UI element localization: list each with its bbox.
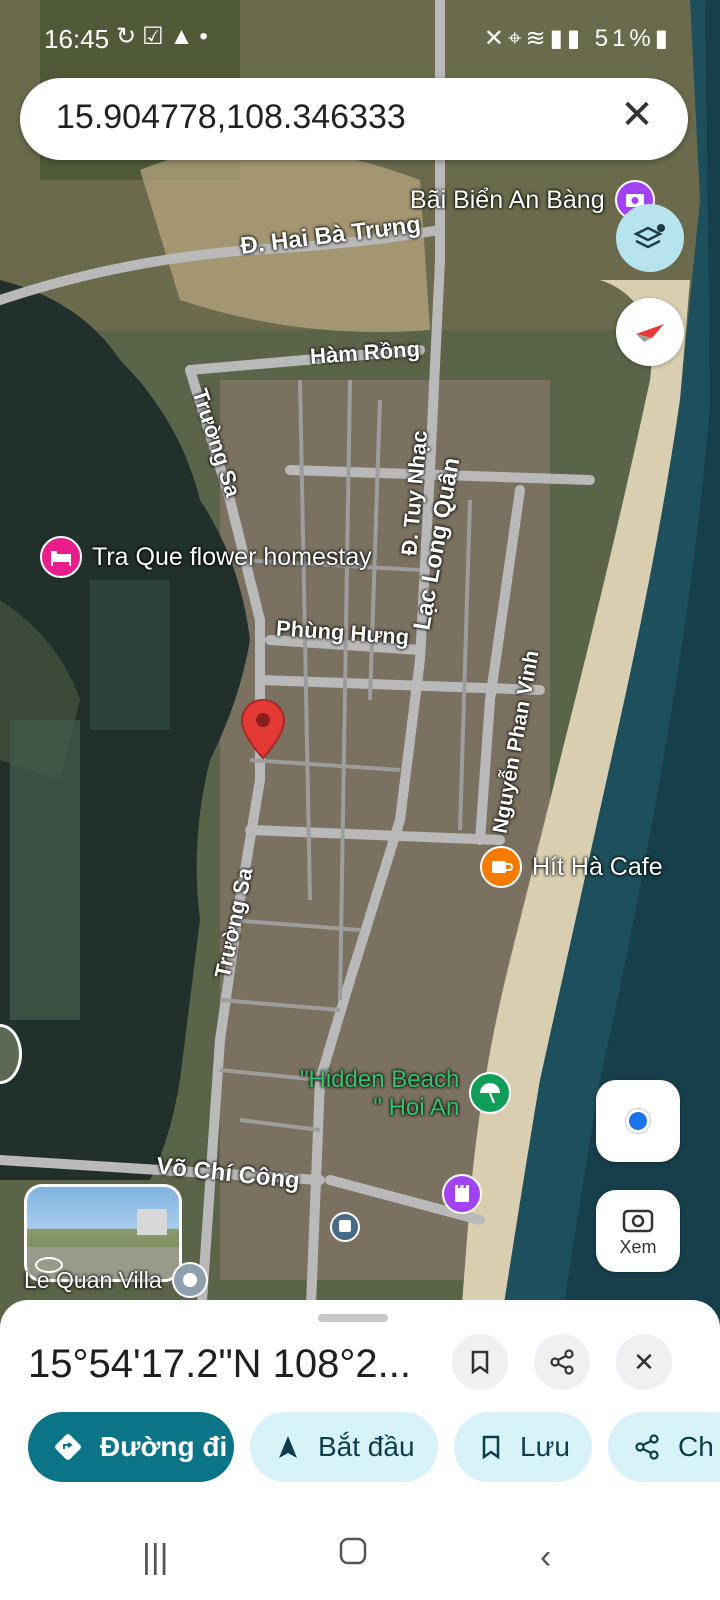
poi-beach-an-bang[interactable]: Bãi Biển An Bàng: [410, 180, 655, 220]
back-icon[interactable]: ‹: [540, 1538, 551, 1577]
battery-icon: ▮: [654, 25, 672, 52]
warning-icon: ▲: [169, 23, 200, 50]
share-button[interactable]: [534, 1334, 590, 1390]
poi-label: Tra Que flower homestay: [92, 542, 372, 571]
my-location-icon: [626, 1109, 650, 1133]
layers-icon: [633, 224, 665, 249]
share-icon: [550, 1349, 574, 1375]
save-button[interactable]: Lưu: [454, 1412, 592, 1482]
close-sheet-button[interactable]: ✕: [616, 1334, 672, 1390]
signal-icon: ▮▮: [549, 25, 585, 52]
navigation-arrow-icon: [279, 1436, 297, 1458]
place-marker-icon: [171, 1262, 208, 1298]
poi-label-line2: " Hoi An: [373, 1094, 460, 1121]
compass-button[interactable]: [616, 298, 684, 366]
search-bar[interactable]: 15.904778,108.346333 ✕: [20, 78, 688, 160]
camera-lens-icon: [622, 1209, 654, 1232]
start-navigation-button[interactable]: Bắt đầu: [250, 1412, 438, 1482]
share-label: Ch: [678, 1431, 714, 1462]
status-time: 16:45: [44, 24, 110, 54]
save-label: Lưu: [520, 1431, 570, 1462]
checkbox-icon: ☑: [142, 23, 170, 50]
directions-button[interactable]: Đường đi: [28, 1412, 234, 1482]
share-icon: [635, 1434, 659, 1460]
recent-apps-icon[interactable]: |||: [142, 1538, 169, 1577]
battery-level: 51%: [594, 25, 655, 52]
home-icon[interactable]: [338, 1536, 368, 1575]
dot-icon: •: [199, 23, 214, 50]
poi-label: Bãi Biển An Bàng: [410, 185, 605, 214]
directions-icon: [55, 1434, 81, 1460]
poi-label: Hít Hà Cafe: [532, 852, 663, 881]
place-coordinates-title: 15°54'17.2"N 108°2...: [28, 1342, 411, 1386]
location-icon: ⌖: [508, 25, 526, 52]
layers-button[interactable]: [616, 204, 684, 272]
poi-le-quan-villa[interactable]: Le Quan Villa: [24, 1262, 208, 1298]
status-notification-icons: ↻☑▲•: [116, 22, 214, 51]
clear-search-icon[interactable]: ✕: [612, 92, 662, 138]
lens-label: Xem: [619, 1236, 657, 1257]
beach-umbrella-icon: [469, 1072, 512, 1114]
poi-label: Le Quan Villa: [24, 1266, 162, 1293]
system-nav-bar: ||| ‹: [0, 1520, 720, 1600]
wifi-icon: ≋: [525, 25, 550, 52]
mute-icon: ✕: [483, 25, 509, 52]
sheet-drag-handle[interactable]: [318, 1314, 388, 1322]
share-chip-button[interactable]: Ch: [608, 1412, 720, 1482]
close-icon: ✕: [633, 1346, 655, 1377]
poi-label-line1: "Hidden Beach: [300, 1066, 460, 1093]
poi-tra-que-homestay[interactable]: Tra Que flower homestay: [40, 536, 372, 578]
search-query-text[interactable]: 15.904778,108.346333: [56, 98, 406, 137]
my-location-button[interactable]: [596, 1080, 680, 1162]
sync-icon: ↻: [116, 23, 143, 50]
poi-hidden-beach[interactable]: "Hidden Beach " Hoi An: [300, 1066, 512, 1122]
start-label: Bắt đầu: [318, 1431, 415, 1462]
status-bar: 16:45 ↻☑▲• ✕⌖≋▮▮ 51%▮: [0, 0, 720, 78]
lens-view-button[interactable]: Xem: [596, 1190, 680, 1272]
hotel-icon: [40, 536, 82, 578]
directions-label: Đường đi: [100, 1431, 228, 1462]
dropped-pin-icon[interactable]: [240, 698, 286, 765]
status-system-icons: ✕⌖≋▮▮ 51%▮: [484, 24, 672, 53]
bus-stop-icon[interactable]: [330, 1212, 360, 1242]
cafe-icon: [480, 846, 522, 888]
bookmark-outline-icon: [482, 1435, 500, 1460]
poi-castle-icon[interactable]: [442, 1174, 482, 1214]
compass-icon: [636, 324, 664, 342]
bookmark-icon: [471, 1350, 489, 1375]
poi-hit-ha-cafe[interactable]: Hít Hà Cafe: [480, 846, 663, 888]
bookmark-button[interactable]: [452, 1334, 508, 1390]
